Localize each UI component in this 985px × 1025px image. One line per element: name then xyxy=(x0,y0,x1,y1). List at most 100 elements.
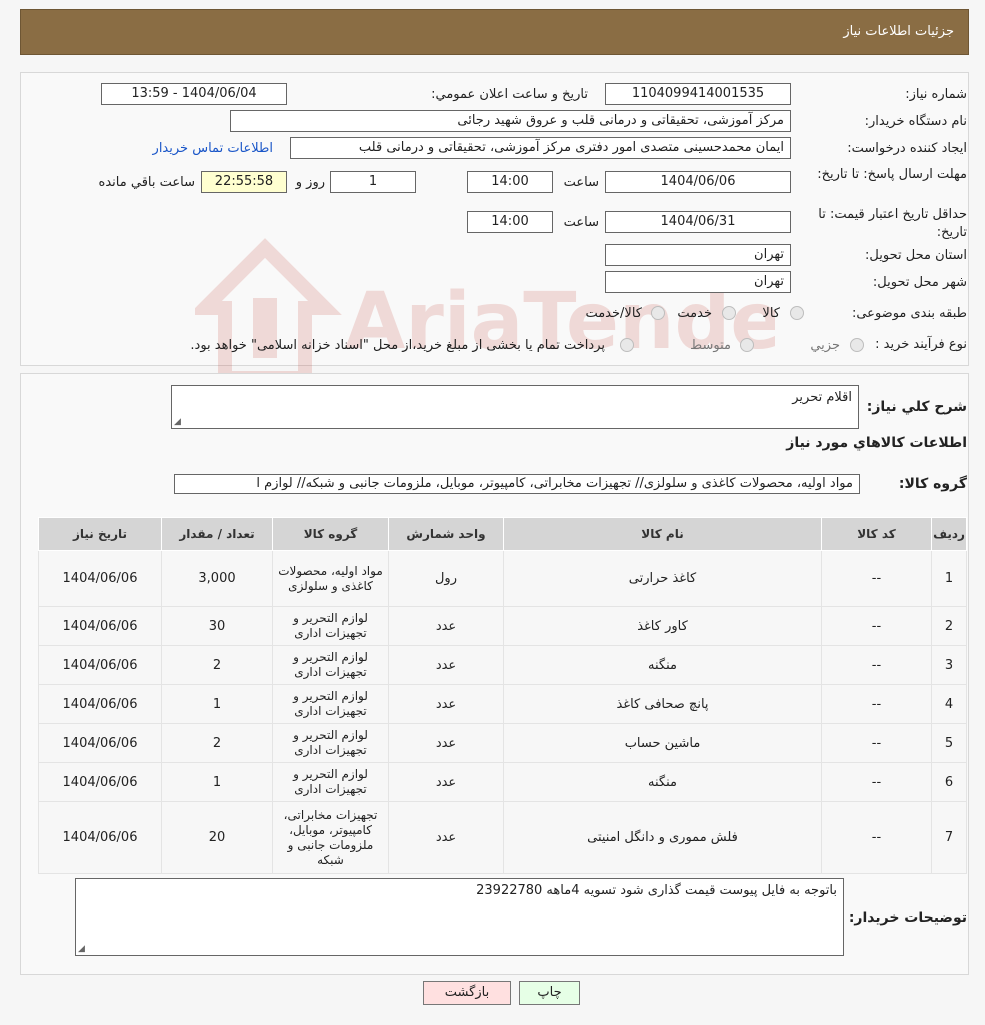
resize-handle-icon[interactable]: ◢ xyxy=(78,944,85,954)
col-unit: واحد شمارش xyxy=(388,517,504,551)
cell-row: 2 xyxy=(931,606,967,646)
table-row: 2 -- کاور کاغذ عدد لوازم التحریر و تجهیز… xyxy=(38,606,967,646)
summary-value: اقلام تحریر xyxy=(792,390,852,405)
cell-date: 1404/06/06 xyxy=(38,684,162,724)
cell-group: لوازم التحریر و تجهیزات اداری xyxy=(272,645,389,685)
validity-time-label: ساعت xyxy=(563,215,599,230)
cell-date: 1404/06/06 xyxy=(38,762,162,802)
cell-unit: عدد xyxy=(388,645,504,685)
col-name: نام کالا xyxy=(503,517,822,551)
process-option-minor: جزیي xyxy=(810,338,840,353)
cell-row: 1 xyxy=(931,550,967,607)
table-row: 5 -- ماشین حساب عدد لوازم التحریر و تجهی… xyxy=(38,723,967,763)
category-label: طبقه بندی موضوعی: xyxy=(851,306,967,321)
summary-label: شرح کلي نياز: xyxy=(866,399,967,415)
process-label: نوع فرآيند خريد : xyxy=(875,337,967,352)
table-row: 1 -- کاغذ حرارتی رول مواد اولیه، محصولات… xyxy=(38,550,967,607)
cell-date: 1404/06/06 xyxy=(38,550,162,607)
cell-name: فلش مموری و دانگل امنیتی xyxy=(503,801,822,874)
days-label: روز و xyxy=(295,175,325,190)
validity-time-field: 14:00 xyxy=(467,211,553,233)
deadline-time-label: ساعت xyxy=(563,175,599,190)
process-radio-medium[interactable] xyxy=(740,338,754,352)
remaining-label: ساعت باقي مانده xyxy=(98,175,195,190)
category-radio-goods[interactable] xyxy=(790,306,804,320)
col-group: گروه کالا xyxy=(272,517,389,551)
goods-group-label: گروه کالا: xyxy=(898,476,967,492)
cell-group: لوازم التحریر و تجهیزات اداری xyxy=(272,723,389,763)
cell-unit: عدد xyxy=(388,762,504,802)
cell-qty: 20 xyxy=(161,801,273,874)
need-number-label: شماره نیاز: xyxy=(905,87,967,102)
announce-datetime-field: 1404/06/04 - 13:59 xyxy=(101,83,287,105)
buyer-contact-link[interactable]: اطلاعات تماس خريدار xyxy=(153,141,273,156)
category-option-goods-service: کالا/خدمت xyxy=(585,306,642,321)
cell-code: -- xyxy=(821,723,932,763)
process-note: پرداخت تمام یا بخشی از مبلغ خرید،از محل … xyxy=(190,338,605,353)
cell-code: -- xyxy=(821,684,932,724)
cell-row: 6 xyxy=(931,762,967,802)
cell-unit: عدد xyxy=(388,684,504,724)
cell-date: 1404/06/06 xyxy=(38,606,162,646)
cell-qty: 2 xyxy=(161,723,273,763)
buyer-notes-textarea: باتوجه به فایل پیوست قیمت گذاری شود تسوی… xyxy=(75,878,844,956)
cell-name: کاغذ حرارتی xyxy=(503,550,822,607)
back-button[interactable]: بازگشت xyxy=(423,981,511,1005)
process-radio-minor[interactable] xyxy=(850,338,864,352)
deadline-date-field: 1404/06/06 xyxy=(605,171,791,193)
cell-code: -- xyxy=(821,645,932,685)
cell-date: 1404/06/06 xyxy=(38,801,162,874)
category-option-service: خدمت xyxy=(677,306,712,321)
cell-name: منگنه xyxy=(503,645,822,685)
cell-row: 4 xyxy=(931,684,967,724)
goods-info-title: اطلاعات کالاهاي مورد نياز xyxy=(786,435,967,451)
category-radio-service[interactable] xyxy=(722,306,736,320)
cell-name: پانچ صحافی کاغذ xyxy=(503,684,822,724)
cell-code: -- xyxy=(821,606,932,646)
col-date: تاريخ نياز xyxy=(38,517,162,551)
process-radio-note[interactable] xyxy=(620,338,634,352)
cell-code: -- xyxy=(821,550,932,607)
announce-label: تاریخ و ساعت اعلان عمومي: xyxy=(431,87,588,102)
table-row: 3 -- منگنه عدد لوازم التحریر و تجهیزات ا… xyxy=(38,645,967,685)
days-field: 1 xyxy=(330,171,416,193)
cell-code: -- xyxy=(821,762,932,802)
cell-row: 7 xyxy=(931,801,967,874)
cell-qty: 30 xyxy=(161,606,273,646)
goods-group-field: مواد اولیه، محصولات کاغذی و سلولزی// تجه… xyxy=(174,474,860,494)
cell-unit: رول xyxy=(388,550,504,607)
requester-field: ایمان محمدحسینی متصدی امور دفتری مرکز آم… xyxy=(290,137,791,159)
table-row: 4 -- پانچ صحافی کاغذ عدد لوازم التحریر و… xyxy=(38,684,967,724)
page-header: جزئیات اطلاعات نیاز xyxy=(20,9,969,55)
city-field: تهران xyxy=(605,271,791,293)
col-qty: تعداد / مقدار xyxy=(161,517,273,551)
cell-group: لوازم التحریر و تجهیزات اداری xyxy=(272,762,389,802)
remaining-time-field: 22:55:58 xyxy=(201,171,287,193)
buyer-notes-label: توضيحات خريدار: xyxy=(848,910,967,926)
cell-date: 1404/06/06 xyxy=(38,645,162,685)
col-row: رديف xyxy=(931,517,967,551)
table-row: 6 -- منگنه عدد لوازم التحریر و تجهیزات ا… xyxy=(38,762,967,802)
cell-qty: 2 xyxy=(161,645,273,685)
resize-handle-icon[interactable]: ◢ xyxy=(174,417,181,427)
category-option-goods: کالا xyxy=(762,306,780,321)
cell-row: 5 xyxy=(931,723,967,763)
table-row: 7 -- فلش مموری و دانگل امنیتی عدد تجهیزا… xyxy=(38,801,967,874)
print-button[interactable]: چاپ xyxy=(519,981,580,1005)
goods-table: رديف کد کالا نام کالا واحد شمارش گروه کا… xyxy=(38,517,967,874)
cell-qty: 1 xyxy=(161,684,273,724)
cell-group: مواد اولیه، محصولات کاغذی و سلولزی xyxy=(272,550,389,607)
buyer-org-label: نام دستگاه خريدار: xyxy=(864,114,967,129)
cell-group: تجهیزات مخابراتی، کامپیوتر، موبایل، ملزو… xyxy=(272,801,389,874)
cell-row: 3 xyxy=(931,645,967,685)
cell-qty: 1 xyxy=(161,762,273,802)
city-label: شهر محل تحويل: xyxy=(872,275,967,290)
requester-label: ايجاد کننده درخواست: xyxy=(847,141,967,156)
cell-unit: عدد xyxy=(388,723,504,763)
process-option-medium: متوسط xyxy=(690,338,731,353)
page-title: جزئیات اطلاعات نیاز xyxy=(843,24,954,39)
cell-name: ماشین حساب xyxy=(503,723,822,763)
cell-group: لوازم التحریر و تجهیزات اداری xyxy=(272,684,389,724)
category-radio-goods-service[interactable] xyxy=(651,306,665,320)
cell-group: لوازم التحریر و تجهیزات اداری xyxy=(272,606,389,646)
